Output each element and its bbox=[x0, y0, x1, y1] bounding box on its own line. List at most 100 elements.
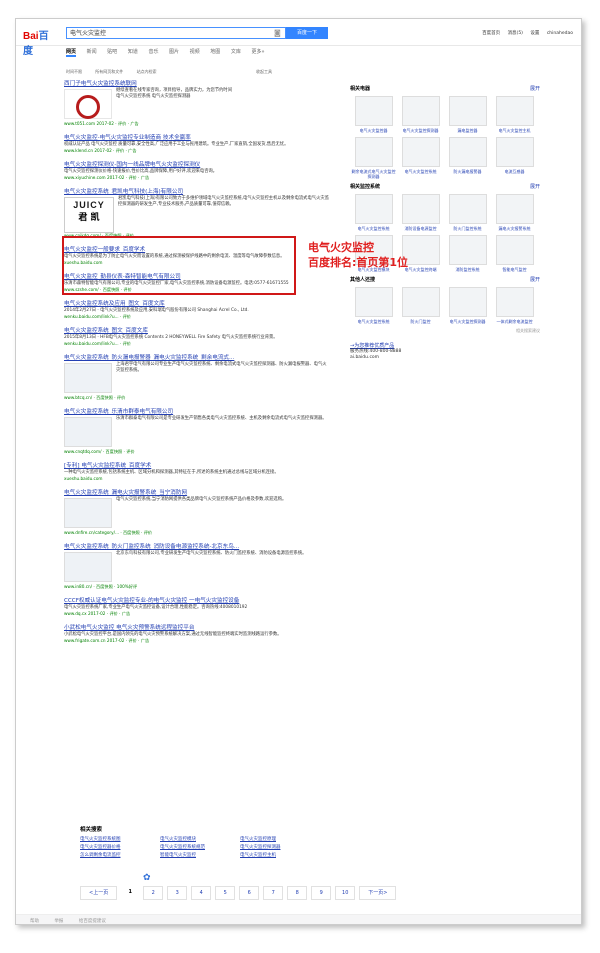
product-image[interactable] bbox=[354, 137, 393, 167]
product-image[interactable] bbox=[354, 194, 393, 224]
search-button[interactable]: 百度一下 bbox=[286, 27, 328, 39]
result-url[interactable]: www.in80.cn/ · 百度快照 · 100%好评 bbox=[64, 584, 329, 590]
result-title[interactable]: CCCF权威认证电气火灾监控专业-的电气火灾监控 一电气火灾监控设备 bbox=[64, 598, 329, 605]
result-url[interactable]: xueshu.baidu.com bbox=[64, 476, 329, 482]
result-title[interactable]: 电气火灾监控系统及应用_图文_百度文库 bbox=[64, 301, 329, 308]
product-image[interactable] bbox=[495, 96, 534, 126]
result-url[interactable]: wenku.baidu.com/link?u... · 评价 bbox=[64, 341, 329, 347]
collapse-tools[interactable]: 收起工具 bbox=[256, 69, 272, 75]
site-filter[interactable]: 站点内检索 bbox=[137, 69, 157, 74]
settings-link[interactable]: 设置 bbox=[530, 31, 539, 36]
product-image[interactable] bbox=[495, 235, 534, 265]
product-image[interactable] bbox=[448, 96, 487, 126]
sidebar-service-link[interactable]: →为您推荐优质产品 bbox=[350, 342, 540, 349]
page-link[interactable]: 4 bbox=[191, 886, 212, 900]
result-title[interactable]: 西门子电气火灾监控系统联网 bbox=[64, 81, 329, 88]
product-image[interactable] bbox=[448, 287, 487, 317]
related-link[interactable]: 电气火灾监控系统图 bbox=[80, 836, 154, 842]
related-link[interactable]: 电气火灾监控原理 bbox=[240, 836, 314, 842]
result-title[interactable]: 小武松电气火灾监控 电气火灾预警系统远程监控平台 bbox=[64, 625, 329, 632]
tab-tieba[interactable]: 贴吧 bbox=[107, 48, 117, 55]
baidu-logo[interactable]: Bai百度 bbox=[23, 27, 57, 57]
product-image[interactable] bbox=[401, 194, 440, 224]
product-image[interactable] bbox=[495, 194, 534, 224]
time-filter[interactable]: 时间不限 bbox=[66, 69, 82, 74]
page-link[interactable]: 2 bbox=[143, 886, 164, 900]
result-url[interactable]: www.dq.cx 2017-02 · 评价 · 广告 bbox=[64, 611, 329, 617]
grid-item-label[interactable]: 电气火灾监控系统 bbox=[350, 319, 397, 324]
result-title[interactable]: 电气火灾监控-电气火灾监控专业制造商 技术全赢率 bbox=[64, 135, 329, 142]
prev-page-button[interactable]: <上一页 bbox=[80, 886, 118, 900]
grid-item[interactable]: 电气火灾监控主机 bbox=[491, 96, 538, 133]
expand-link[interactable]: 展开 bbox=[530, 183, 540, 190]
grid-item[interactable]: 电气火灾监控系统 bbox=[350, 287, 397, 324]
related-link[interactable]: 电气火灾监控模块 bbox=[160, 836, 234, 842]
grid-item[interactable]: 电气火灾监控器 bbox=[350, 96, 397, 133]
page-link[interactable]: 9 bbox=[311, 886, 332, 900]
grid-item-label[interactable]: 防火门监控系统 bbox=[444, 226, 491, 231]
result-title[interactable]: [专利] 电气火灾监控系统_百度学术 bbox=[64, 463, 329, 470]
search-input[interactable]: 电气火灾监控 bbox=[66, 27, 286, 39]
result-url[interactable]: www.btcq.cn/ · 百度快照 · 评价 bbox=[64, 395, 329, 401]
expand-link[interactable]: 展开 bbox=[530, 85, 540, 92]
sidebar-service-url[interactable]: ai.baidu.com bbox=[350, 355, 540, 361]
page-link[interactable]: 5 bbox=[215, 886, 236, 900]
product-thumbnail[interactable] bbox=[64, 498, 112, 528]
camera-icon[interactable]: ◙ bbox=[274, 29, 281, 37]
product-image[interactable] bbox=[448, 137, 487, 167]
grid-item-label[interactable]: 智能电气监控 bbox=[491, 267, 538, 272]
product-thumbnail[interactable] bbox=[64, 417, 112, 447]
grid-item[interactable]: 消防监控系统 bbox=[444, 235, 491, 272]
related-link[interactable]: 电气火灾监控器价格 bbox=[80, 844, 154, 850]
product-image[interactable] bbox=[401, 137, 440, 167]
home-link[interactable]: 百度首页 bbox=[482, 31, 500, 36]
page-link[interactable]: 10 bbox=[335, 886, 356, 900]
related-link[interactable]: 电气火灾监控探测器 bbox=[240, 844, 314, 850]
grid-item-label[interactable]: 漏电火灾报警系统 bbox=[491, 226, 538, 231]
product-thumbnail[interactable] bbox=[64, 552, 112, 582]
result-title[interactable]: 电气火灾监控系统_防火门监控系统_消防设备电源监控系统-北京东鸟... bbox=[64, 544, 329, 551]
related-link[interactable]: 电气火灾监控系统规范 bbox=[160, 844, 234, 850]
grid-item-label[interactable]: 电气火灾监控探测器 bbox=[397, 128, 444, 133]
tab-web[interactable]: 网页 bbox=[66, 48, 77, 57]
result-title[interactable]: 电气火灾监控系统_漏电火灾报警系统_当宁消防网 bbox=[64, 490, 329, 497]
grid-item-label[interactable]: 消防监控系统 bbox=[444, 267, 491, 272]
product-image[interactable] bbox=[401, 287, 440, 317]
result-title[interactable]: 电气火灾监控系统_君凯电气科技(上海)有限公司 bbox=[64, 189, 329, 196]
grid-item[interactable]: 防火门监控系统 bbox=[444, 194, 491, 231]
tab-wenku[interactable]: 文库 bbox=[231, 48, 241, 55]
grid-item-label[interactable]: 防火门监控 bbox=[397, 319, 444, 324]
expand-link[interactable]: 展开 bbox=[530, 276, 540, 283]
tab-music[interactable]: 音乐 bbox=[148, 48, 158, 55]
product-image[interactable] bbox=[448, 235, 487, 265]
result-url[interactable]: www.dnfire.cn/category/... · 百度快照 · 评价 bbox=[64, 530, 329, 536]
grid-item-label[interactable]: 漏电监控器 bbox=[444, 128, 491, 133]
product-thumbnail[interactable] bbox=[64, 363, 112, 393]
grid-item-label[interactable]: 电气火灾监控器 bbox=[350, 128, 397, 133]
result-title[interactable]: 电气火灾监控系统_乐清市群泰电气有限公司 bbox=[64, 409, 329, 416]
grid-item[interactable]: 智能电气监控 bbox=[491, 235, 538, 272]
next-page-button[interactable]: 下一页> bbox=[359, 886, 397, 900]
tab-map[interactable]: 地图 bbox=[210, 48, 220, 55]
grid-item[interactable]: 漏电监控器 bbox=[444, 96, 491, 133]
result-title[interactable]: 电气火灾监控系统_防火漏电报警器_漏电火灾监控系统_剩余电流式... bbox=[64, 355, 329, 362]
product-thumbnail[interactable] bbox=[64, 89, 112, 119]
tab-images[interactable]: 图片 bbox=[169, 48, 179, 55]
grid-item-label[interactable]: 电流互感器 bbox=[491, 169, 538, 174]
feedback-link[interactable]: 给百度提建议 bbox=[79, 919, 106, 924]
related-link[interactable]: 电气火灾监控主机 bbox=[240, 852, 314, 858]
page-link[interactable]: 6 bbox=[239, 886, 260, 900]
report-link[interactable]: 举报 bbox=[54, 919, 63, 924]
grid-item[interactable]: 电气火灾监控系统 bbox=[397, 137, 444, 179]
grid-item-label[interactable]: 剩余电流式电气火灾监控探测器 bbox=[350, 169, 397, 179]
grid-item-label[interactable]: 防火漏电报警器 bbox=[444, 169, 491, 174]
grid-item[interactable]: 一体式剩余电流监控 bbox=[491, 287, 538, 324]
grid-item-label[interactable]: 一体式剩余电流监控 bbox=[491, 319, 538, 324]
user-link[interactable]: chinahedao bbox=[547, 31, 573, 36]
related-link[interactable]: 智能电气火灾监控 bbox=[160, 852, 234, 858]
grid-item-label[interactable]: 消防设备电源监控 bbox=[397, 226, 444, 231]
tab-more[interactable]: 更多» bbox=[251, 48, 264, 55]
grid-item-label[interactable]: 电气火灾监控系统 bbox=[350, 226, 397, 231]
product-image[interactable] bbox=[354, 287, 393, 317]
result-url[interactable]: www.frigate.com.cn 2017-02 · 评价 · 广告 bbox=[64, 638, 329, 644]
